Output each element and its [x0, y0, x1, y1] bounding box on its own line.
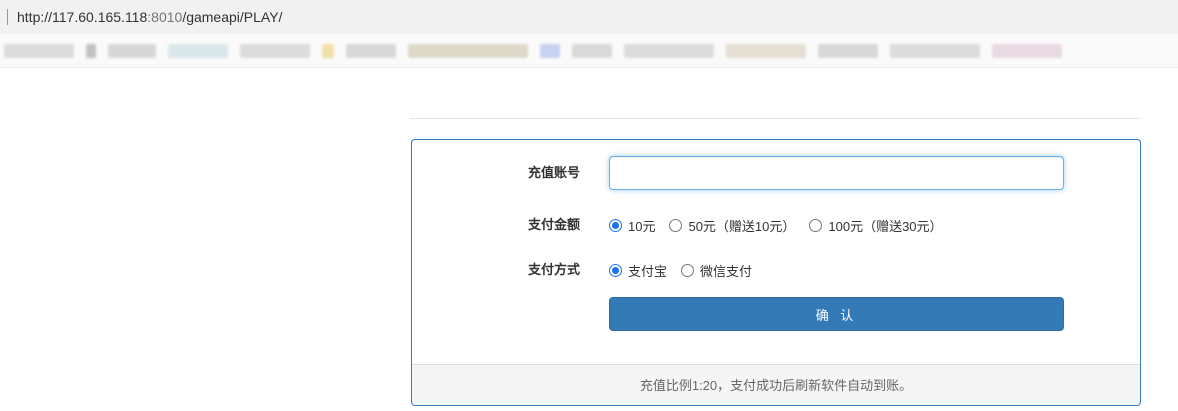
account-label: 充值账号	[527, 165, 580, 180]
method-option-label: 支付宝	[628, 263, 668, 279]
radio-button[interactable]	[681, 263, 695, 277]
method-row: 支付方式 支付宝 微信支付	[412, 253, 1140, 287]
bookmark-blurred[interactable]	[322, 43, 334, 58]
confirm-button[interactable]: 确 认	[609, 297, 1064, 331]
bookmark-blurred[interactable]	[818, 43, 878, 58]
amount-label: 支付金额	[527, 217, 580, 232]
url-text[interactable]: http://117.60.165.118:8010/gameapi/PLAY/	[17, 9, 282, 25]
method-option-label: 微信支付	[700, 263, 753, 279]
account-input[interactable]	[609, 156, 1064, 190]
method-radio-group: 支付宝 微信支付	[609, 253, 766, 287]
account-row: 充值账号	[412, 156, 1140, 190]
method-label: 支付方式	[527, 262, 580, 277]
bookmark-blurred[interactable]	[992, 43, 1062, 58]
method-option-1[interactable]: 微信支付	[681, 261, 752, 280]
bookmark-blurred[interactable]	[4, 43, 74, 58]
bookmark-blurred[interactable]	[726, 43, 806, 58]
bookmark-blurred[interactable]	[240, 43, 310, 58]
radio-button[interactable]	[809, 218, 823, 232]
amount-option-1[interactable]: 50元（赠送10元）	[669, 216, 795, 235]
bookmark-blurred[interactable]	[108, 43, 156, 58]
amount-row: 支付金额 10元 50元（赠送10元） 100元（赠送30元）	[412, 208, 1140, 242]
url-host: http://117.60.165.118	[17, 9, 148, 25]
amount-option-2[interactable]: 100元（赠送30元）	[809, 216, 943, 235]
amount-radio-group: 10元 50元（赠送10元） 100元（赠送30元）	[609, 208, 957, 242]
amount-option-0[interactable]: 10元	[609, 216, 655, 235]
amount-option-label: 50元（赠送10元）	[688, 218, 796, 234]
url-port: :8010	[147, 9, 183, 25]
bookmark-blurred[interactable]	[408, 43, 528, 58]
panel-footer-note: 充值比例1:20，支付成功后刷新软件自动到账。	[412, 364, 1140, 405]
address-bar[interactable]: http://117.60.165.118:8010/gameapi/PLAY/	[0, 0, 1178, 34]
bookmark-blurred[interactable]	[540, 43, 560, 58]
bookmark-blurred[interactable]	[890, 43, 980, 58]
text-cursor	[7, 9, 8, 25]
bookmark-blurred[interactable]	[86, 43, 96, 58]
amount-option-label: 100元（赠送30元）	[828, 218, 943, 234]
bookmark-blurred[interactable]	[624, 43, 714, 58]
section-divider	[410, 118, 1141, 119]
radio-button[interactable]	[609, 218, 622, 232]
amount-option-label: 10元	[628, 218, 656, 234]
bookmark-blurred[interactable]	[168, 43, 228, 58]
radio-button[interactable]	[669, 218, 683, 232]
bookmark-blurred[interactable]	[572, 43, 612, 58]
url-path: /gameapi/PLAY/	[182, 9, 283, 25]
bookmarks-bar	[0, 34, 1178, 68]
bookmark-blurred[interactable]	[346, 43, 396, 58]
radio-button[interactable]	[609, 263, 622, 277]
recharge-panel: 充值账号 支付金额 10元 50元（赠送10元） 100元（赠送30元） 支付方式 …	[411, 139, 1141, 406]
method-option-0[interactable]: 支付宝	[609, 261, 667, 280]
